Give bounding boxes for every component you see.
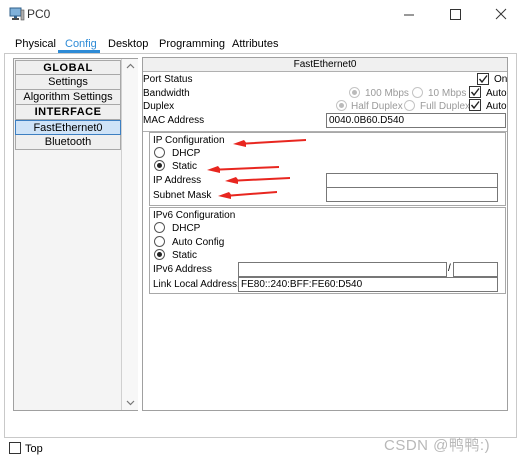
ipv6-configuration-heading: IPv6 Configuration xyxy=(153,210,236,221)
sidebar-item-algorithm-settings[interactable]: Algorithm Settings xyxy=(15,90,121,105)
checkmark-icon xyxy=(478,75,488,84)
tab-programming[interactable]: Programming xyxy=(159,38,225,50)
ipv6-prefix-field[interactable] xyxy=(453,262,498,277)
bandwidth-auto-checkbox[interactable] xyxy=(469,86,481,98)
sidebar-list: GLOBAL Settings Algorithm Settings INTER… xyxy=(15,60,121,150)
subnet-mask-field[interactable] xyxy=(326,187,498,202)
ip-static-label: Static xyxy=(172,161,198,172)
duplex-full-radio[interactable] xyxy=(404,100,415,111)
sidebar-header-interface: INTERFACE xyxy=(15,105,121,120)
maximize-icon xyxy=(450,9,461,20)
ip-address-label: IP Address xyxy=(153,175,202,186)
window-title: PC0 xyxy=(27,7,51,21)
sidebar-scrollbar[interactable] xyxy=(121,59,138,410)
panel-title: FastEthernet0 xyxy=(143,58,507,72)
pc-icon xyxy=(9,7,25,21)
tab-physical[interactable]: Physical xyxy=(15,38,56,50)
ipv6-auto-config-radio[interactable] xyxy=(154,236,165,247)
mac-address-label: MAC Address xyxy=(143,115,205,126)
maximize-button[interactable] xyxy=(432,0,478,30)
ipv6-address-field[interactable] xyxy=(238,262,447,277)
close-button[interactable] xyxy=(478,0,524,30)
top-checkbox[interactable] xyxy=(9,442,21,454)
sidebar: GLOBAL Settings Algorithm Settings INTER… xyxy=(13,58,138,411)
scroll-down-icon[interactable] xyxy=(126,400,135,406)
link-local-address-label: Link Local Address: xyxy=(153,279,240,290)
duplex-label: Duplex xyxy=(143,101,175,112)
duplex-full-label: Full Duplex xyxy=(420,101,471,112)
bandwidth-10-label: 10 Mbps xyxy=(428,88,467,99)
ip-dhcp-label: DHCP xyxy=(172,148,201,159)
bandwidth-100-radio[interactable] xyxy=(349,87,360,98)
ip-configuration-heading: IP Configuration xyxy=(153,135,225,146)
port-status-checkbox[interactable] xyxy=(477,73,489,85)
tab-desktop[interactable]: Desktop xyxy=(108,38,148,50)
top-label: Top xyxy=(25,443,43,455)
tab-attributes[interactable]: Attributes xyxy=(232,38,278,50)
ipv6-prefix-separator: / xyxy=(448,263,451,274)
ipv6-auto-config-label: Auto Config xyxy=(172,237,225,248)
duplex-half-label: Half Duplex xyxy=(351,101,403,112)
subnet-mask-label: Subnet Mask xyxy=(153,190,212,201)
interface-panel: FastEthernet0 Port Status On Bandwidth 1… xyxy=(142,57,508,411)
bandwidth-auto-label: Auto xyxy=(486,88,507,99)
ipv6-static-radio[interactable] xyxy=(154,249,165,260)
port-status-label: Port Status xyxy=(143,74,193,85)
close-icon xyxy=(495,8,507,20)
duplex-auto-checkbox[interactable] xyxy=(469,99,481,111)
duplex-auto-label: Auto xyxy=(486,101,507,112)
bandwidth-10-radio[interactable] xyxy=(412,87,423,98)
sidebar-header-global: GLOBAL xyxy=(15,60,121,75)
checkmark-icon xyxy=(470,88,480,97)
minimize-icon xyxy=(404,14,414,16)
ipv6-address-label: IPv6 Address xyxy=(153,264,212,275)
sidebar-item-fastethernet0[interactable]: FastEthernet0 xyxy=(15,120,121,135)
mac-address-field[interactable]: 0040.0B60.D540 xyxy=(326,113,506,128)
title-bar: PC0 xyxy=(0,0,524,30)
sidebar-item-bluetooth[interactable]: Bluetooth xyxy=(15,135,121,150)
scroll-up-icon[interactable] xyxy=(126,63,135,69)
bandwidth-100-label: 100 Mbps xyxy=(365,88,409,99)
ipv6-dhcp-radio[interactable] xyxy=(154,222,165,233)
watermark-text: CSDN @鸭鸭:) xyxy=(384,437,491,454)
minimize-button[interactable] xyxy=(386,0,432,30)
tab-config[interactable]: Config xyxy=(65,38,97,50)
ip-address-field[interactable] xyxy=(326,173,498,188)
duplex-half-radio[interactable] xyxy=(336,100,347,111)
bandwidth-label: Bandwidth xyxy=(143,88,190,99)
sidebar-item-settings[interactable]: Settings xyxy=(15,75,121,90)
link-local-address-field[interactable]: FE80::240:BFF:FE60:D540 xyxy=(238,277,498,292)
ip-dhcp-radio[interactable] xyxy=(154,147,165,158)
ip-static-radio[interactable] xyxy=(154,160,165,171)
checkmark-icon xyxy=(470,101,480,110)
port-on-label: On xyxy=(494,74,508,85)
ipv6-static-label: Static xyxy=(172,250,198,261)
ipv6-dhcp-label: DHCP xyxy=(172,223,201,234)
